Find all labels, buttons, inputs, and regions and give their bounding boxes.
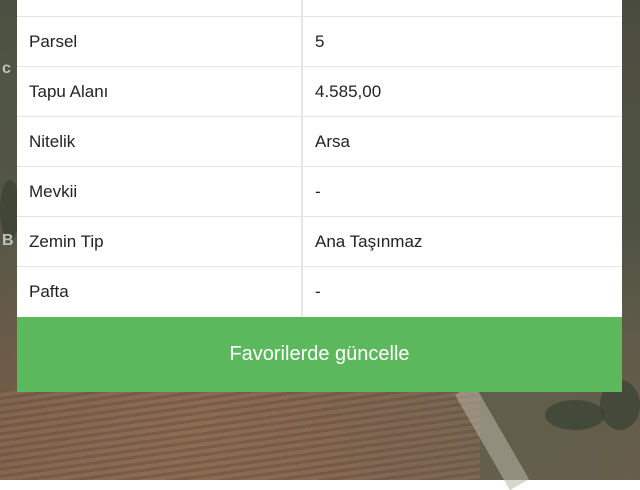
row-label: Parsel	[29, 32, 78, 51]
row-value: 5	[315, 32, 325, 51]
row-label: Mevkii	[29, 182, 78, 201]
row-value: 0.00	[315, 0, 348, 17]
table-row-parsel: Parsel 5	[17, 17, 622, 67]
table-row-pafta: Pafta -	[17, 267, 622, 317]
map-field-pattern	[0, 390, 480, 480]
row-value: -	[315, 282, 321, 301]
row-value: 4.585,00	[315, 82, 382, 101]
row-label: Nitelik	[29, 132, 76, 151]
row-value: -	[315, 182, 321, 201]
update-favorites-button[interactable]: Favorilerde güncelle	[17, 317, 622, 392]
row-value: Arsa	[315, 132, 350, 151]
row-value: Ana Taşınmaz	[315, 232, 423, 251]
parcel-details-panel: 0.00 Parsel 5 Tapu Alanı 4.585,00 Niteli…	[17, 0, 622, 392]
row-label: Tapu Alanı	[29, 82, 109, 101]
table-row-tapu-alani: Tapu Alanı 4.585,00	[17, 67, 622, 117]
row-label: Pafta	[29, 282, 69, 301]
row-label: Zemin Tip	[29, 232, 104, 251]
table-row: 0.00	[17, 0, 622, 17]
map-label-fragment: c	[2, 60, 11, 77]
table-row-mevkii: Mevkii -	[17, 167, 622, 217]
table-row-zemin-tip: Zemin Tip Ana Taşınmaz	[17, 217, 622, 267]
map-label-fragment: B	[2, 232, 14, 249]
map-vegetation	[545, 400, 605, 430]
column-divider	[301, 0, 303, 317]
table-row-nitelik: Nitelik Arsa	[17, 117, 622, 167]
